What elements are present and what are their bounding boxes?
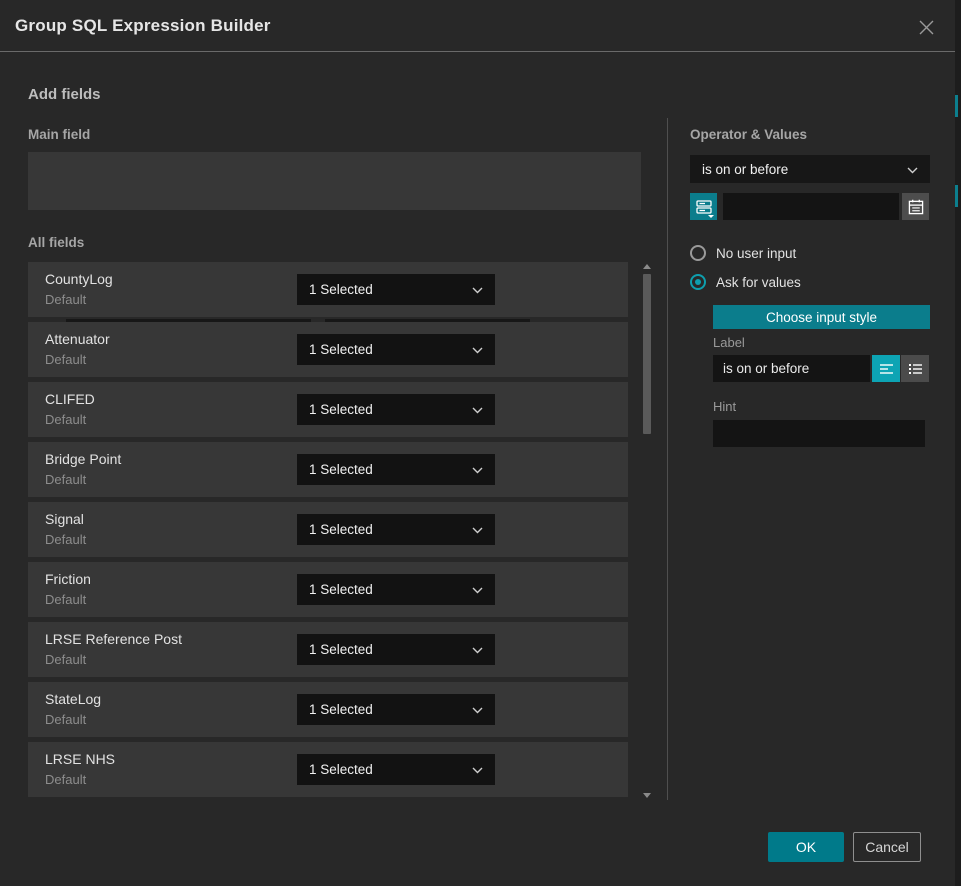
field-selected-dropdown[interactable]: 1 Selected	[297, 454, 495, 485]
field-selected-dropdown-label: 1 Selected	[309, 762, 464, 777]
chevron-down-icon	[907, 162, 918, 177]
scroll-up-icon[interactable]	[643, 264, 651, 269]
radio-no-user-input-label: No user input	[716, 246, 796, 261]
field-selected-dropdown[interactable]: 1 Selected	[297, 574, 495, 605]
field-sub-label: Default	[45, 532, 86, 547]
chevron-down-icon	[472, 342, 483, 357]
field-stack-icon	[696, 200, 712, 214]
field-row: LRSE Reference Post Default 1 Selected	[28, 622, 628, 677]
field-sub-label: Default	[45, 352, 86, 367]
label-caption: Label	[713, 335, 745, 350]
underlying-app-edge	[955, 0, 961, 886]
chevron-down-icon	[472, 462, 483, 477]
field-sub-label: Default	[45, 772, 86, 787]
field-name: Bridge Point	[45, 451, 121, 467]
all-fields-list: CountyLog Default 1 Selected Attenuator …	[28, 262, 628, 802]
field-name: StateLog	[45, 691, 101, 707]
field-name: LRSE NHS	[45, 751, 115, 767]
field-selected-dropdown[interactable]: 1 Selected	[297, 394, 495, 425]
field-row: StateLog Default 1 Selected	[28, 682, 628, 737]
chevron-down-icon	[472, 282, 483, 297]
field-selected-dropdown-label: 1 Selected	[309, 342, 464, 357]
field-selected-dropdown[interactable]: 1 Selected	[297, 274, 495, 305]
operator-select[interactable]: is on or before	[690, 155, 930, 183]
chevron-down-icon	[472, 522, 483, 537]
field-selected-dropdown[interactable]: 1 Selected	[297, 514, 495, 545]
radio-ask-for-values-label: Ask for values	[716, 275, 801, 290]
mini-caret-icon	[708, 215, 714, 218]
radio-checked-icon	[690, 274, 706, 290]
field-selected-dropdown-label: 1 Selected	[309, 282, 464, 297]
field-selected-dropdown-label: 1 Selected	[309, 582, 464, 597]
hint-caption: Hint	[713, 399, 736, 414]
field-sub-label: Default	[45, 292, 86, 307]
field-name: LRSE Reference Post	[45, 631, 182, 647]
chevron-down-icon	[472, 582, 483, 597]
close-icon[interactable]	[913, 14, 939, 40]
field-selected-dropdown-label: 1 Selected	[309, 462, 464, 477]
list-input-style-button[interactable]	[901, 355, 929, 382]
field-selected-dropdown-label: 1 Selected	[309, 642, 464, 657]
main-field-panel: CountyLog | Default From Date	[28, 152, 641, 210]
ok-button[interactable]: OK	[768, 832, 844, 862]
hint-input[interactable]	[713, 420, 925, 447]
field-row: Attenuator Default 1 Selected	[28, 322, 628, 377]
value-input[interactable]	[723, 193, 899, 220]
operator-select-value: is on or before	[702, 162, 899, 177]
field-sub-label: Default	[45, 592, 86, 607]
field-sub-label: Default	[45, 472, 86, 487]
value-source-toggle-button[interactable]	[690, 193, 717, 220]
field-selected-dropdown[interactable]: 1 Selected	[297, 754, 495, 785]
field-name: Signal	[45, 511, 84, 527]
edge-accent-fragment	[955, 95, 958, 117]
field-row: Bridge Point Default 1 Selected	[28, 442, 628, 497]
field-selected-dropdown-label: 1 Selected	[309, 702, 464, 717]
field-name: CountyLog	[45, 271, 113, 287]
calendar-icon	[908, 199, 924, 215]
bulleted-list-icon	[908, 363, 923, 375]
field-selected-dropdown-label: 1 Selected	[309, 402, 464, 417]
field-row: CLIFED Default 1 Selected	[28, 382, 628, 437]
field-name: Attenuator	[45, 331, 110, 347]
chevron-down-icon	[472, 702, 483, 717]
scroll-down-icon[interactable]	[643, 793, 651, 798]
group-sql-expression-builder-dialog: Group SQL Expression Builder Add fields …	[0, 0, 961, 886]
field-row: LRSE NHS Default 1 Selected	[28, 742, 628, 797]
field-selected-dropdown[interactable]: 1 Selected	[297, 634, 495, 665]
scrollbar-thumb[interactable]	[643, 274, 651, 434]
vertical-divider	[667, 118, 668, 800]
dialog-titlebar: Group SQL Expression Builder	[0, 0, 961, 52]
field-sub-label: Default	[45, 412, 86, 427]
field-name: Friction	[45, 571, 91, 587]
date-picker-button[interactable]	[902, 193, 929, 220]
chevron-down-icon	[472, 762, 483, 777]
edge-accent-fragment	[955, 185, 958, 207]
fields-list-scrollbar[interactable]	[642, 262, 652, 800]
field-sub-label: Default	[45, 712, 86, 727]
field-selected-dropdown[interactable]: 1 Selected	[297, 694, 495, 725]
field-sub-label: Default	[45, 652, 86, 667]
field-row: Signal Default 1 Selected	[28, 502, 628, 557]
field-row: CountyLog Default 1 Selected	[28, 262, 628, 317]
radio-no-user-input[interactable]: No user input	[690, 245, 796, 261]
main-field-heading: Main field	[28, 127, 90, 142]
field-selected-dropdown-label: 1 Selected	[309, 522, 464, 537]
cancel-button[interactable]: Cancel	[853, 832, 921, 862]
field-name: CLIFED	[45, 391, 95, 407]
add-fields-heading: Add fields	[28, 86, 101, 103]
label-input[interactable]	[713, 355, 870, 382]
operator-values-heading: Operator & Values	[690, 127, 807, 142]
align-left-icon	[879, 363, 894, 375]
choose-input-style-button[interactable]: Choose input style	[713, 305, 930, 329]
chevron-down-icon	[472, 402, 483, 417]
all-fields-heading: All fields	[28, 235, 84, 250]
field-row: Friction Default 1 Selected	[28, 562, 628, 617]
single-line-input-style-button[interactable]	[872, 355, 900, 382]
radio-unchecked-icon	[690, 245, 706, 261]
chevron-down-icon	[472, 642, 483, 657]
radio-ask-for-values[interactable]: Ask for values	[690, 274, 801, 290]
field-selected-dropdown[interactable]: 1 Selected	[297, 334, 495, 365]
dialog-title: Group SQL Expression Builder	[15, 16, 271, 36]
